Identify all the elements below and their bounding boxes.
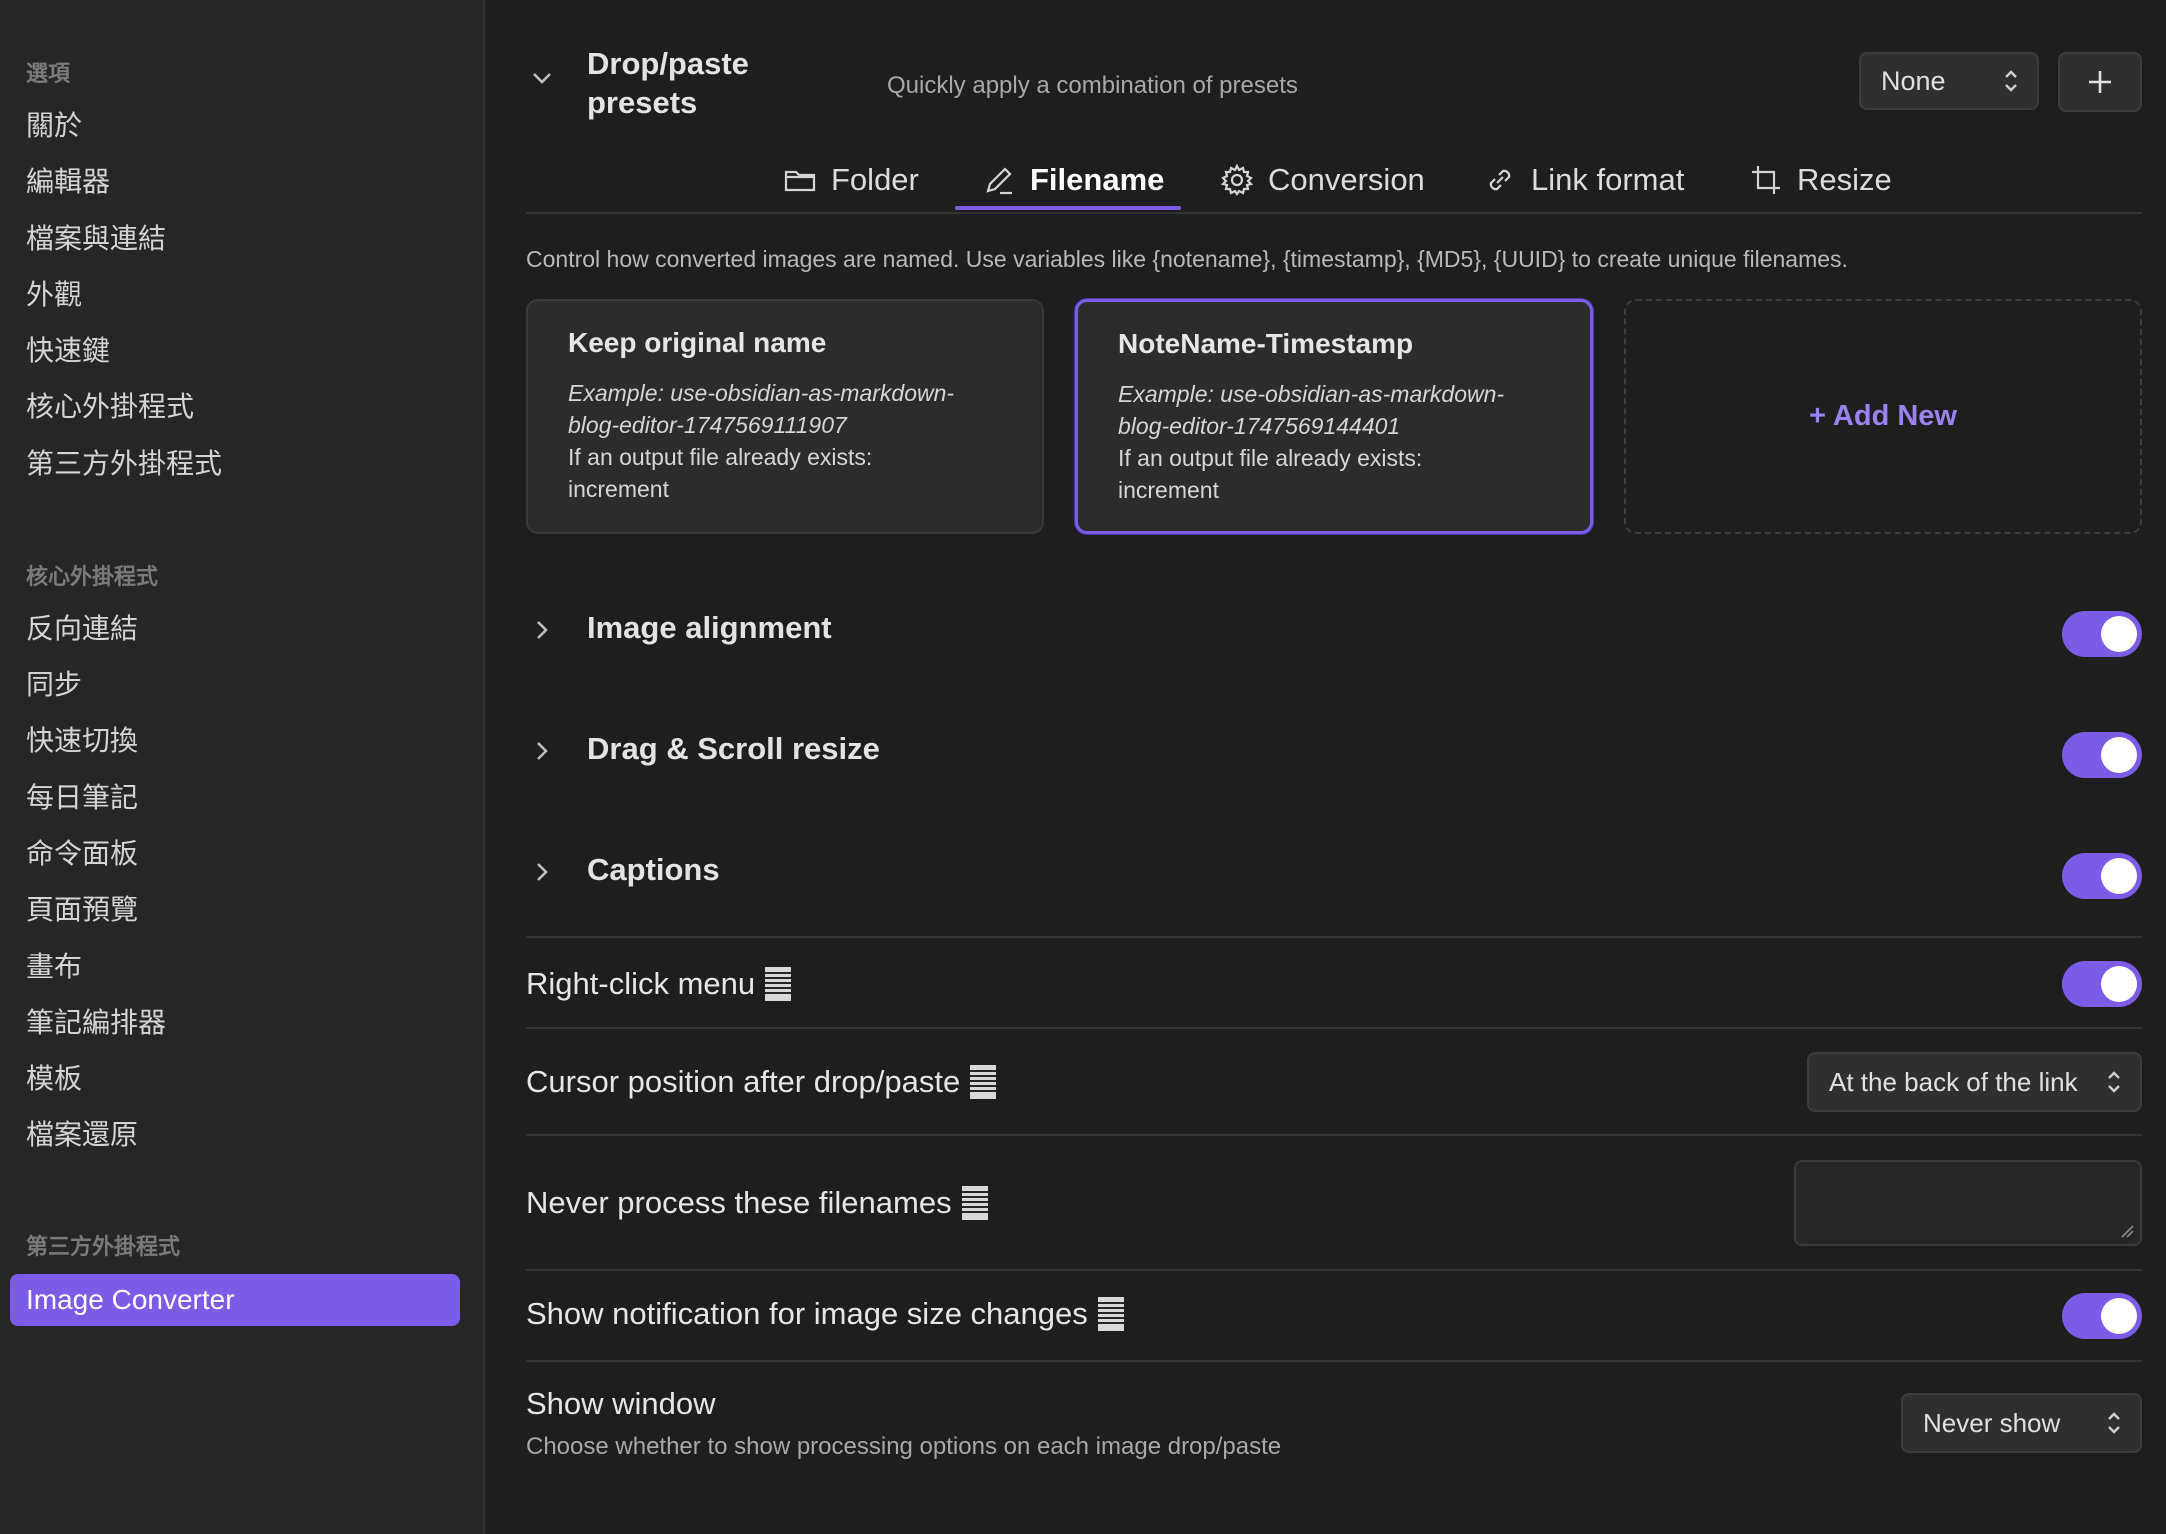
card-example-line: blog-editor-1747569144401 [1118,413,1401,439]
card-title: Keep original name [568,327,827,358]
tab-link-format[interactable]: Link format [1483,150,1684,210]
resize-grip-icon[interactable] [2120,1224,2134,1238]
chevron-right-icon[interactable] [531,619,553,641]
sidebar-item-note-composer[interactable]: 筆記編排器 [26,1003,166,1043]
sidebar-item-files-links[interactable]: 檔案與連結 [26,219,166,259]
setting-show-window: Show window [526,1386,716,1421]
chevron-updown-icon [2106,1069,2122,1095]
sidebar-item-appearance[interactable]: 外觀 [26,275,82,315]
sidebar-item-file-recovery[interactable]: 檔案還原 [26,1115,138,1155]
sidebar-item-core-plugins[interactable]: 核心外掛程式 [26,387,194,427]
section-image-alignment[interactable]: Image alignment [587,610,832,646]
settings-sidebar: 選項 關於 編輯器 檔案與連結 外觀 快速鍵 核心外掛程式 第三方外掛程式 核心… [0,0,485,1534]
add-preset-button[interactable] [2058,52,2142,112]
card-note-line: increment [1118,477,1219,503]
tab-filename[interactable]: Filename [982,150,1164,210]
setting-cursor-position: Cursor position after drop/paste [526,1064,997,1100]
sidebar-header-core: 核心外掛程式 [26,564,159,589]
sidebar-item-daily-notes[interactable]: 每日筆記 [26,778,138,818]
sidebar-item-command-palette[interactable]: 命令面板 [26,834,138,874]
pencil-icon [986,167,1012,195]
card-title: NoteName-Timestamp [1118,328,1414,359]
presets-select-value: None [1881,65,1946,96]
chevron-right-icon[interactable] [531,740,553,762]
settings-main-panel: Drop/paste presets Quickly apply a combi… [487,0,2166,1534]
card-note-line: If an output file already exists: [1118,445,1423,471]
chevron-right-icon[interactable] [531,861,553,883]
toggle-drag-scroll-resize[interactable] [2062,732,2142,778]
section-drag-scroll-resize[interactable]: Drag & Scroll resize [587,731,880,767]
card-note-line: increment [568,476,669,502]
tab-conversion[interactable]: Conversion [1220,150,1425,210]
chevron-down-icon[interactable] [531,67,553,89]
presets-description: Quickly apply a combination of presets [887,72,1298,99]
settings-divider [526,1134,2142,1136]
settings-divider [526,1269,2142,1271]
tabs-divider [526,212,2142,214]
preset-card-notename-timestamp[interactable]: NoteName-Timestamp Example: use-obsidian… [1075,299,1593,534]
sidebar-header-third-party: 第三方外掛程式 [26,1234,181,1259]
sidebar-item-about[interactable]: 關於 [26,106,82,146]
show-window-description: Choose whether to show processing option… [526,1433,1282,1460]
link-icon [1489,169,1511,191]
setting-show-notification: Show notification for image size changes [526,1296,1124,1332]
presets-select[interactable]: None [1859,52,2039,110]
chevron-updown-icon [2003,68,2019,94]
sidebar-item-quick-switcher[interactable]: 快速切換 [26,721,138,761]
card-example-line: Example: use-obsidian-as-markdown- [1118,381,1505,407]
folder-icon [784,170,816,192]
settings-divider [526,1360,2142,1362]
sidebar-item-image-converter[interactable]: Image Converter [10,1274,460,1326]
toggle-show-notification[interactable] [2062,1293,2142,1339]
plus-icon [2089,71,2111,93]
sidebar-item-templates[interactable]: 模板 [26,1059,82,1099]
sidebar-item-community-plugins[interactable]: 第三方外掛程式 [26,444,222,484]
settings-divider [526,1027,2142,1029]
preset-card-keep-original[interactable]: Keep original name Example: use-obsidian… [526,299,1044,534]
filename-description: Control how converted images are named. … [526,246,1848,272]
document-lines-icon [1097,1297,1124,1331]
show-window-select[interactable]: Never show [1901,1393,2142,1453]
toggle-captions[interactable] [2062,853,2142,899]
settings-divider [526,936,2142,938]
setting-never-process-filenames: Never process these filenames [526,1185,988,1221]
card-note-line: If an output file already exists: [568,444,873,470]
document-lines-icon [765,967,792,1001]
tab-folder[interactable]: Folder [783,150,919,210]
toggle-right-click-menu[interactable] [2062,961,2142,1007]
cursor-position-select[interactable]: At the back of the link [1807,1052,2142,1112]
crop-icon [1752,166,1780,194]
active-tab-indicator [955,206,1181,210]
sidebar-item-page-preview[interactable]: 頁面預覽 [26,890,138,930]
add-new-preset-card[interactable]: + Add New [1624,299,2142,534]
toggle-image-alignment[interactable] [2062,611,2142,657]
setting-right-click-menu: Right-click menu [526,966,792,1002]
section-captions[interactable]: Captions [587,852,720,888]
gear-icon [1220,163,1254,196]
sidebar-item-editor[interactable]: 編輯器 [26,162,110,202]
document-lines-icon [961,1186,988,1220]
sidebar-item-hotkeys[interactable]: 快速鍵 [26,331,110,371]
cursor-position-value: At the back of the link [1829,1066,2078,1097]
chevron-updown-icon [2106,1410,2122,1436]
sidebar-item-sync[interactable]: 同步 [26,665,82,705]
sidebar-header-options: 選項 [26,61,71,86]
presets-title: Drop/paste presets [587,46,749,120]
card-example-line: blog-editor-1747569111907 [568,412,847,438]
never-process-textarea[interactable] [1794,1160,2142,1246]
show-window-value: Never show [1923,1407,2061,1438]
sidebar-item-backlinks[interactable]: 反向連結 [26,609,138,649]
document-lines-icon [970,1065,997,1099]
sidebar-item-canvas[interactable]: 畫布 [26,947,82,987]
card-example-line: Example: use-obsidian-as-markdown- [568,380,955,406]
tab-resize[interactable]: Resize [1749,150,1892,210]
